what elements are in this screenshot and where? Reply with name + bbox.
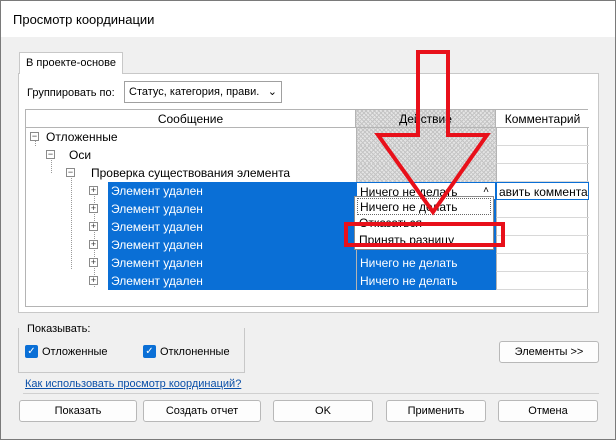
comment-cell[interactable] bbox=[496, 200, 589, 218]
column-header-comment[interactable]: Комментарий bbox=[496, 110, 589, 128]
postponed-checkbox[interactable]: ✓ bbox=[25, 345, 38, 358]
table-row[interactable]: + Элемент удален bbox=[26, 200, 589, 218]
column-header-message[interactable]: Сообщение bbox=[26, 110, 356, 128]
cancel-button[interactable]: Отмена bbox=[498, 400, 598, 422]
tree-row-grids[interactable]: − Оси bbox=[26, 146, 589, 164]
action-cell bbox=[356, 146, 496, 164]
help-link[interactable]: Как использовать просмотр координаций? bbox=[25, 378, 241, 390]
window-title: Просмотр координации bbox=[13, 12, 155, 27]
title-bar: Просмотр координации bbox=[1, 1, 615, 37]
elements-button[interactable]: Элементы >> bbox=[499, 341, 599, 363]
expand-icon[interactable]: + bbox=[89, 258, 98, 267]
comment-cell[interactable] bbox=[496, 218, 589, 236]
message-cell[interactable]: Элемент удален bbox=[108, 200, 356, 218]
comment-cell bbox=[496, 128, 589, 146]
chevron-up-icon: ˄ bbox=[483, 185, 489, 196]
group-by-select[interactable]: Статус, категория, прави. ⌄ bbox=[124, 81, 282, 103]
comment-cell bbox=[496, 164, 589, 182]
expand-icon[interactable]: + bbox=[89, 240, 98, 249]
collapse-icon[interactable]: − bbox=[66, 168, 75, 177]
show-button[interactable]: Показать bbox=[19, 400, 137, 422]
column-header-action[interactable]: Действие bbox=[356, 110, 496, 128]
highlight-box bbox=[344, 222, 505, 247]
message-cell[interactable]: Элемент удален bbox=[108, 272, 356, 290]
message-cell[interactable]: Элемент удален bbox=[108, 236, 356, 254]
tab-host-project[interactable]: В проекте-основе bbox=[19, 52, 123, 74]
tree-row-existence-check[interactable]: − Проверка существования элемента bbox=[26, 164, 589, 182]
message-grid: Сообщение Действие Комментарий − Отложен… bbox=[25, 109, 589, 307]
apply-button[interactable]: Применить bbox=[386, 400, 486, 422]
collapse-icon[interactable]: − bbox=[46, 150, 55, 159]
expand-icon[interactable]: + bbox=[89, 204, 98, 213]
tree-label: Проверка существования элемента bbox=[91, 166, 291, 180]
coordination-review-dialog: Просмотр координации В проекте-основе Гр… bbox=[0, 0, 616, 440]
action-cell bbox=[356, 128, 496, 146]
comment-cell[interactable] bbox=[496, 236, 589, 254]
tree-row-postponed[interactable]: − Отложенные bbox=[26, 128, 589, 146]
rejected-checkbox[interactable]: ✓ bbox=[143, 345, 156, 358]
ok-button[interactable]: OK bbox=[273, 400, 373, 422]
message-cell[interactable]: Элемент удален bbox=[108, 254, 356, 272]
action-cell bbox=[356, 164, 496, 182]
expand-icon[interactable]: + bbox=[89, 222, 98, 231]
postponed-checkbox-label: Отложенные bbox=[42, 346, 108, 358]
message-cell[interactable]: Элемент удален bbox=[108, 218, 356, 236]
rejected-checkbox-label: Отклоненные bbox=[160, 346, 230, 358]
chevron-down-icon: ⌄ bbox=[267, 86, 277, 98]
comment-cell[interactable] bbox=[496, 272, 589, 290]
expand-icon[interactable]: + bbox=[89, 276, 98, 285]
table-row[interactable]: + Элемент удален Ничего не делать ˄ авит… bbox=[26, 182, 589, 200]
divider bbox=[23, 393, 599, 394]
create-report-button[interactable]: Создать отчет bbox=[143, 400, 261, 422]
comment-cell[interactable] bbox=[496, 254, 589, 272]
dropdown-option-do-nothing[interactable]: Ничего не делать bbox=[357, 198, 491, 215]
action-cell[interactable]: Ничего не делать bbox=[356, 254, 496, 272]
comment-cell bbox=[496, 146, 589, 164]
tree-label: Оси bbox=[69, 148, 92, 162]
message-cell[interactable]: Элемент удален bbox=[108, 182, 356, 200]
table-row[interactable]: + Элемент удален Ничего не делать bbox=[26, 254, 589, 272]
group-by-label: Группировать по: bbox=[27, 87, 115, 99]
tree-label: Отложенные bbox=[46, 130, 118, 144]
show-group-label: Показывать: bbox=[25, 323, 93, 335]
group-by-value: Статус, категория, прави. bbox=[129, 86, 260, 98]
comment-input[interactable]: авить коммента bbox=[496, 182, 589, 200]
table-row[interactable]: + Элемент удален Ничего не делать bbox=[26, 272, 589, 290]
collapse-icon[interactable]: − bbox=[30, 132, 39, 141]
expand-icon[interactable]: + bbox=[89, 186, 98, 195]
action-cell[interactable]: Ничего не делать bbox=[356, 272, 496, 290]
